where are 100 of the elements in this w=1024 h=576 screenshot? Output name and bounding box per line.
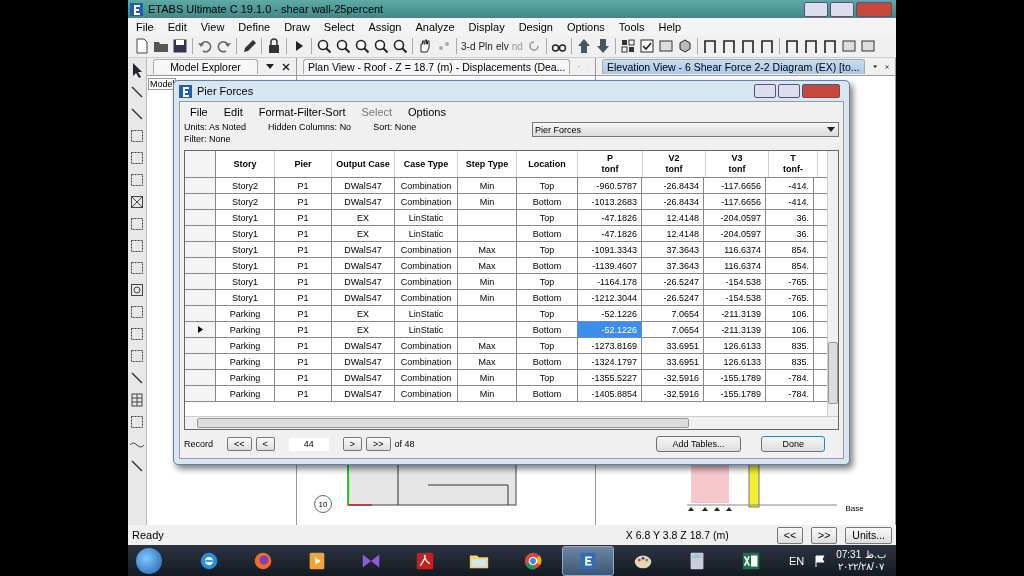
table-cell[interactable]: Combination (395, 258, 458, 273)
table-cell[interactable]: Parking (216, 370, 275, 385)
menu-item[interactable]: Format-Filter-Sort (258, 106, 346, 118)
table-cell[interactable]: 116.6374 (704, 258, 766, 273)
table-cell[interactable]: Combination (395, 290, 458, 305)
table-dropdown[interactable]: Pier Forces (532, 122, 839, 137)
last-record-button[interactable]: >> (366, 437, 391, 451)
table-cell[interactable]: -117.6656 (704, 194, 766, 209)
table-cell[interactable]: Top (517, 306, 578, 321)
table-cell[interactable]: -211.3139 (704, 306, 766, 321)
table-cell[interactable]: Parking (216, 322, 275, 337)
table-cell[interactable]: LinStatic (395, 322, 458, 337)
column-header[interactable]: Case Type (395, 151, 458, 177)
dashed-square-icon[interactable] (128, 216, 145, 232)
dashed-square-icon[interactable] (128, 238, 145, 254)
table-cell[interactable]: -26.5247 (642, 274, 704, 289)
table-cell[interactable]: Parking (216, 354, 275, 369)
menu-item[interactable]: File (136, 20, 154, 33)
dashed-square-icon[interactable] (128, 128, 145, 144)
table-cell[interactable]: Story1 (216, 242, 275, 257)
frame-icon[interactable] (739, 38, 756, 54)
column-header[interactable]: Location (517, 151, 578, 177)
table-cell[interactable]: -26.5247 (642, 290, 704, 305)
frame-icon[interactable] (821, 38, 838, 54)
table-cell[interactable]: DWalS47 (332, 370, 395, 385)
table-cell[interactable]: Parking (216, 306, 275, 321)
caret-icon[interactable] (827, 126, 835, 133)
table-cell[interactable]: EX (332, 210, 395, 225)
menu-item[interactable]: Options (566, 20, 605, 33)
table-cell[interactable]: Story1 (216, 258, 275, 273)
table-cell[interactable]: Bottom (517, 290, 578, 305)
table-cell[interactable]: Bottom (517, 226, 578, 241)
table-cell[interactable]: 854. (766, 258, 814, 273)
table-cell[interactable]: P1 (275, 338, 332, 353)
table-cell[interactable]: -155.1789 (704, 370, 766, 385)
table-cell[interactable]: P1 (275, 354, 332, 369)
dashed-square-icon[interactable] (128, 150, 145, 166)
dropdown-icon[interactable] (872, 63, 877, 70)
table-cell[interactable]: Min (458, 290, 517, 305)
crossed-square-icon[interactable] (128, 194, 145, 210)
table-cell[interactable]: DWalS47 (332, 386, 395, 401)
menu-item[interactable]: Options (408, 106, 446, 118)
corner-cell[interactable] (185, 151, 216, 177)
table-cell[interactable]: Bottom (517, 194, 578, 209)
table-cell[interactable]: -154.538 (704, 274, 766, 289)
checkbox-icon[interactable] (638, 38, 655, 54)
table-cell[interactable]: Top (517, 274, 578, 289)
table-cell[interactable]: Story1 (216, 210, 275, 225)
table-cell[interactable]: DWalS47 (332, 242, 395, 257)
table-cell[interactable]: P1 (275, 178, 332, 193)
magnifier-icon[interactable] (316, 38, 332, 54)
table-cell[interactable]: P1 (275, 194, 332, 209)
table-cell[interactable]: -204.0597 (704, 226, 766, 241)
table-cell[interactable]: Bottom (517, 258, 578, 273)
table-cell[interactable]: P1 (275, 290, 332, 305)
panel-tab[interactable]: Elevation View - 6 Shear Force 2-2 Diagram (EX) [to... (602, 59, 865, 74)
table-cell[interactable]: P1 (275, 242, 332, 257)
dashed-square-icon[interactable] (128, 326, 145, 342)
menu-item[interactable]: Define (238, 20, 271, 33)
table-cell[interactable]: P1 (275, 370, 332, 385)
table-cell[interactable]: Bottom (517, 386, 578, 401)
table-cell[interactable]: DWalS47 (332, 290, 395, 305)
close-button[interactable] (856, 1, 892, 17)
table-cell[interactable]: Story2 (216, 178, 275, 193)
hand-icon[interactable] (417, 38, 433, 54)
table-cell[interactable]: Min (458, 370, 517, 385)
table-cell[interactable]: Top (517, 370, 578, 385)
table-cell[interactable]: Story1 (216, 226, 275, 241)
redo-icon[interactable] (216, 38, 232, 54)
explorer-tab[interactable]: Model (147, 78, 177, 90)
column-header[interactable]: Output Case (332, 151, 395, 177)
table-cell[interactable]: 36. (766, 226, 814, 241)
table-cell[interactable]: P1 (275, 386, 332, 401)
dashed-square-icon[interactable] (128, 260, 145, 276)
table-cell[interactable]: P1 (275, 226, 332, 241)
table-cell[interactable]: -960.5787 (578, 178, 642, 193)
table-cell[interactable]: Bottom (517, 354, 578, 369)
table-cell[interactable]: DWalS47 (332, 178, 395, 193)
table-cell[interactable]: -1139.4607 (578, 258, 642, 273)
box-icon[interactable] (859, 38, 876, 54)
table-cell[interactable]: 126.6133 (704, 354, 766, 369)
table-cell[interactable]: Top (517, 242, 578, 257)
table-cell[interactable]: Min (458, 194, 517, 209)
add-tables-button[interactable]: Add Tables... (655, 436, 742, 452)
taskbar-button[interactable] (562, 545, 614, 576)
maximize-button[interactable] (830, 1, 854, 17)
grid-icon[interactable] (619, 38, 636, 54)
minimize-button[interactable] (754, 84, 776, 98)
table-cell[interactable]: -154.538 (704, 290, 766, 305)
menu-item[interactable]: Edit (223, 106, 243, 118)
dropdown-icon[interactable] (266, 63, 274, 70)
table-cell[interactable]: 33.6951 (642, 354, 704, 369)
flag-icon[interactable] (814, 554, 827, 567)
table-cell[interactable]: DWalS47 (332, 274, 395, 289)
table-cell[interactable]: -32.5916 (642, 386, 704, 401)
table-cell[interactable]: Max (458, 354, 517, 369)
table-cell[interactable]: DWalS47 (332, 194, 395, 209)
menu-item[interactable]: Display (468, 20, 505, 33)
table-cell[interactable]: 7.0654 (642, 322, 704, 337)
table-cell[interactable]: -117.6656 (704, 178, 766, 193)
